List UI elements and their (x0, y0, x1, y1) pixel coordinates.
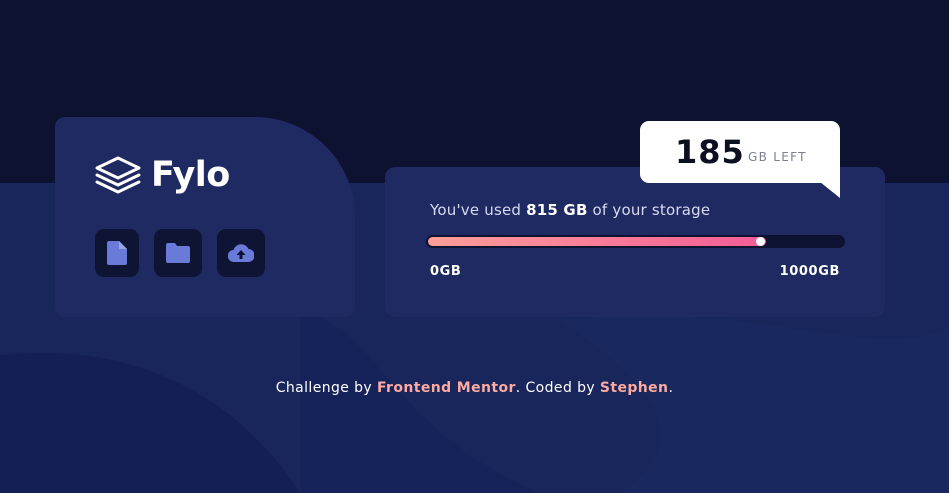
storage-card: You've used 815 GB of your storage 0GB 1… (385, 167, 885, 317)
stacked-layers-icon (95, 156, 141, 194)
min-capacity-label: 0GB (430, 264, 462, 279)
storage-usage-text: You've used 815 GB of your storage (430, 201, 710, 219)
document-icon (107, 241, 127, 265)
remaining-value: 185 (675, 133, 745, 171)
remaining-unit: GB LEFT (748, 150, 807, 164)
frontend-mentor-link[interactable]: Frontend Mentor (377, 380, 516, 396)
logo-text: Fylo (151, 155, 230, 195)
cloud-upload-icon (228, 244, 254, 262)
footer-suffix: . (668, 380, 674, 396)
usage-prefix: You've used (430, 201, 522, 219)
callout-tail (820, 182, 840, 198)
footer-middle: . Coded by (515, 380, 596, 396)
max-capacity-label: 1000GB (779, 264, 840, 279)
footer-prefix: Challenge by (275, 380, 373, 396)
attribution-footer: Challenge by Frontend Mentor. Coded by S… (0, 380, 949, 396)
author-link[interactable]: Stephen (600, 380, 669, 396)
storage-progress-fill (428, 237, 766, 246)
usage-amount: 815 GB (526, 201, 588, 219)
logo-card: Fylo (55, 117, 355, 317)
logo: Fylo (95, 155, 230, 195)
folder-icon (166, 243, 190, 263)
progress-knob (756, 237, 765, 246)
folder-button[interactable] (154, 229, 202, 277)
document-button[interactable] (95, 229, 139, 277)
remaining-storage-callout: 185 GB LEFT (640, 121, 840, 183)
usage-suffix: of your storage (592, 201, 711, 219)
storage-progress-bar (426, 235, 845, 248)
upload-button[interactable] (217, 229, 265, 277)
